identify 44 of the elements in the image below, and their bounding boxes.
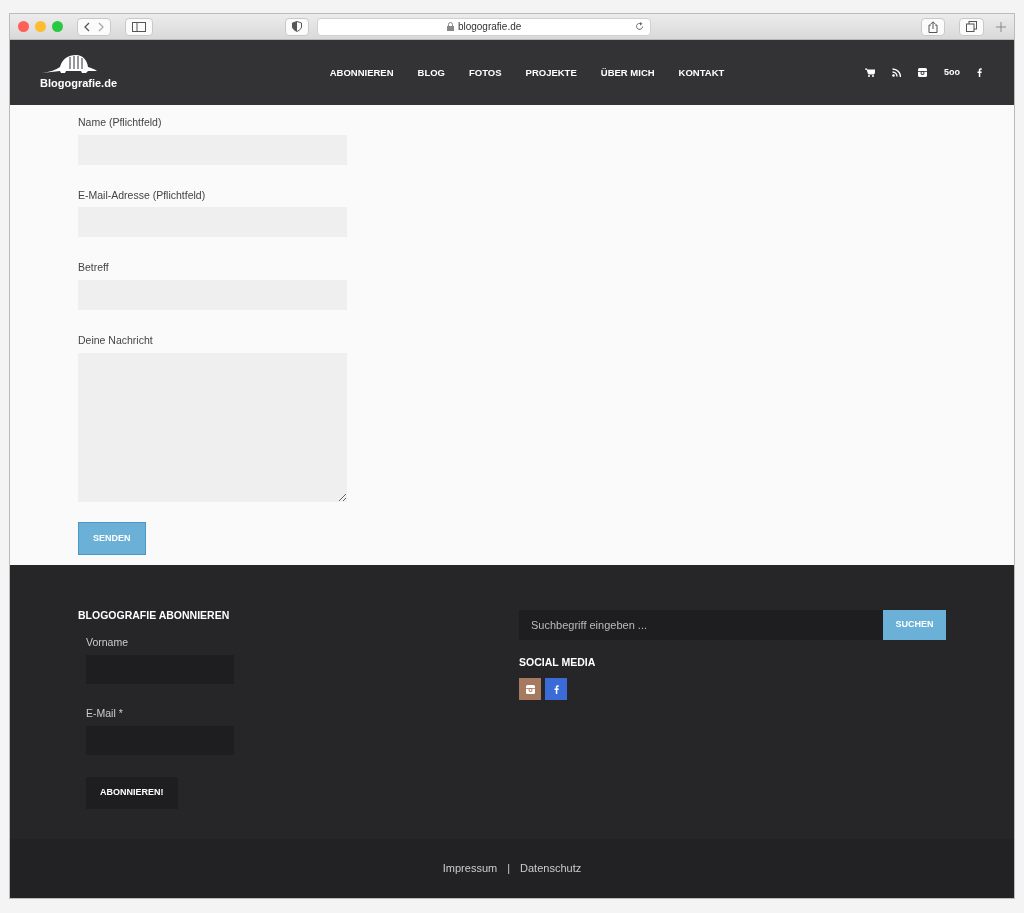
social-button[interactable] xyxy=(545,678,567,701)
reload-icon[interactable] xyxy=(635,22,645,32)
field-label: Deine Nachricht xyxy=(78,333,154,349)
sidebar-icon xyxy=(132,21,146,32)
address-bar[interactable]: blogografie.de xyxy=(317,17,652,36)
footer-link[interactable]: Datenschutz xyxy=(520,860,582,877)
rss-icon[interactable] xyxy=(892,68,901,78)
cart-icon[interactable] xyxy=(865,68,875,78)
tabs-button[interactable] xyxy=(959,17,984,36)
field-label: Betreff xyxy=(78,260,110,276)
separator: | xyxy=(507,861,511,877)
field-label: E-Mail * xyxy=(86,706,124,722)
nav-link[interactable]: PROJEKTE xyxy=(513,65,589,80)
nav-link[interactable]: FOTOS xyxy=(457,65,514,80)
section-heading: BLOGOGRAFIE ABONNIEREN xyxy=(78,608,231,622)
lock-icon xyxy=(446,22,454,32)
message-field[interactable] xyxy=(78,352,347,502)
field-label: E-Mail-Adresse (Pflichtfeld) xyxy=(78,187,207,203)
nav-link[interactable]: ÜBER MICH xyxy=(588,65,667,80)
logo-text: Blogografie.de xyxy=(40,76,117,92)
facebook-icon[interactable] xyxy=(977,68,982,78)
nav-link[interactable]: BLOG xyxy=(405,65,457,80)
shield-icon xyxy=(292,21,302,33)
social-link[interactable]: 5oo xyxy=(944,65,960,80)
share-button[interactable] xyxy=(921,17,945,36)
field-label: Vorname xyxy=(86,635,130,651)
section-heading: SOCIAL MEDIA xyxy=(519,655,597,669)
window-control-icon[interactable] xyxy=(18,21,29,33)
tabs-icon xyxy=(966,21,977,33)
camera-icon xyxy=(525,684,535,694)
privacy-button[interactable] xyxy=(285,17,309,36)
facebook-icon xyxy=(553,684,559,694)
back-icon[interactable] xyxy=(84,21,90,32)
search-field[interactable]: Suchbegriff eingeben ... xyxy=(519,609,883,640)
nav-link[interactable]: KONTAKT xyxy=(666,65,737,80)
footer-link[interactable]: Impressum xyxy=(442,860,498,877)
field-label: Name (Pflichtfeld) xyxy=(78,114,163,130)
url-text: blogografie.de xyxy=(457,20,522,35)
social-button[interactable] xyxy=(519,678,541,701)
subscribe-button[interactable]: ABONNIEREN! xyxy=(86,776,178,809)
camera-icon[interactable] xyxy=(918,68,927,78)
sidebar-button[interactable] xyxy=(125,17,153,36)
nav-link[interactable]: ABONNIEREN xyxy=(317,65,406,80)
share-icon xyxy=(928,20,938,33)
